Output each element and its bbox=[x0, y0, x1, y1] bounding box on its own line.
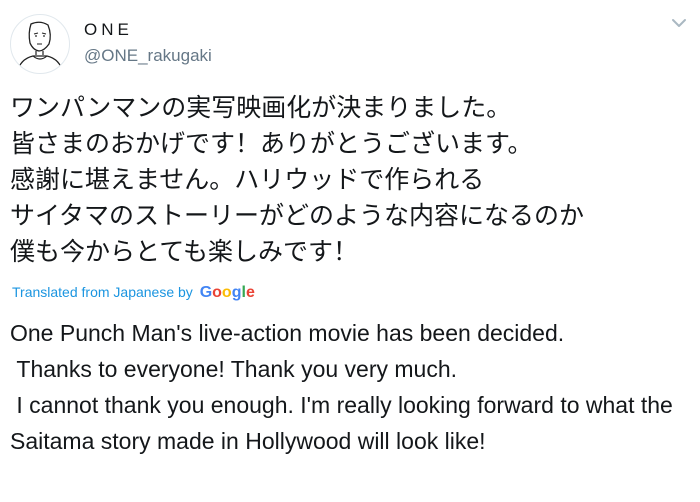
google-logo: Google bbox=[199, 284, 255, 301]
user-handle[interactable]: @ONE_rakugaki bbox=[84, 46, 212, 66]
character-sketch-avatar-icon bbox=[16, 21, 64, 73]
tweet-card: ONE @ONE_rakugaki ワンパンマンの実写映画化が決まりました。 皆… bbox=[0, 0, 700, 502]
tweet-text-line: サイタマのストーリーがどのような内容になるのか bbox=[10, 201, 585, 230]
tweet-text-line: ワンパンマンの実写映画化が決まりました。 bbox=[10, 93, 512, 122]
user-display-name[interactable]: ONE bbox=[84, 20, 133, 40]
translation-attribution-link[interactable]: Translated from Japanese by Google bbox=[12, 284, 255, 302]
tweet-translation-text: One Punch Man's live-action movie has be… bbox=[10, 320, 673, 454]
tweet-text-line: 感謝に堪えません。ハリウッドで作られる bbox=[10, 165, 485, 194]
tweet-original-text: ワンパンマンの実写映画化が決まりました。 皆さまのおかげです！ありがとうございま… bbox=[10, 90, 690, 270]
translation-prefix: Translated from Japanese by bbox=[12, 284, 193, 300]
user-avatar[interactable] bbox=[10, 14, 70, 74]
tweet-text-line: 僕も今からとても楽しみです！ bbox=[10, 237, 359, 266]
tweet-menu-button[interactable] bbox=[668, 12, 690, 34]
tweet-text-line: 皆さまのおかげです！ありがとうございます。 bbox=[10, 129, 533, 158]
chevron-down-icon bbox=[672, 19, 686, 27]
